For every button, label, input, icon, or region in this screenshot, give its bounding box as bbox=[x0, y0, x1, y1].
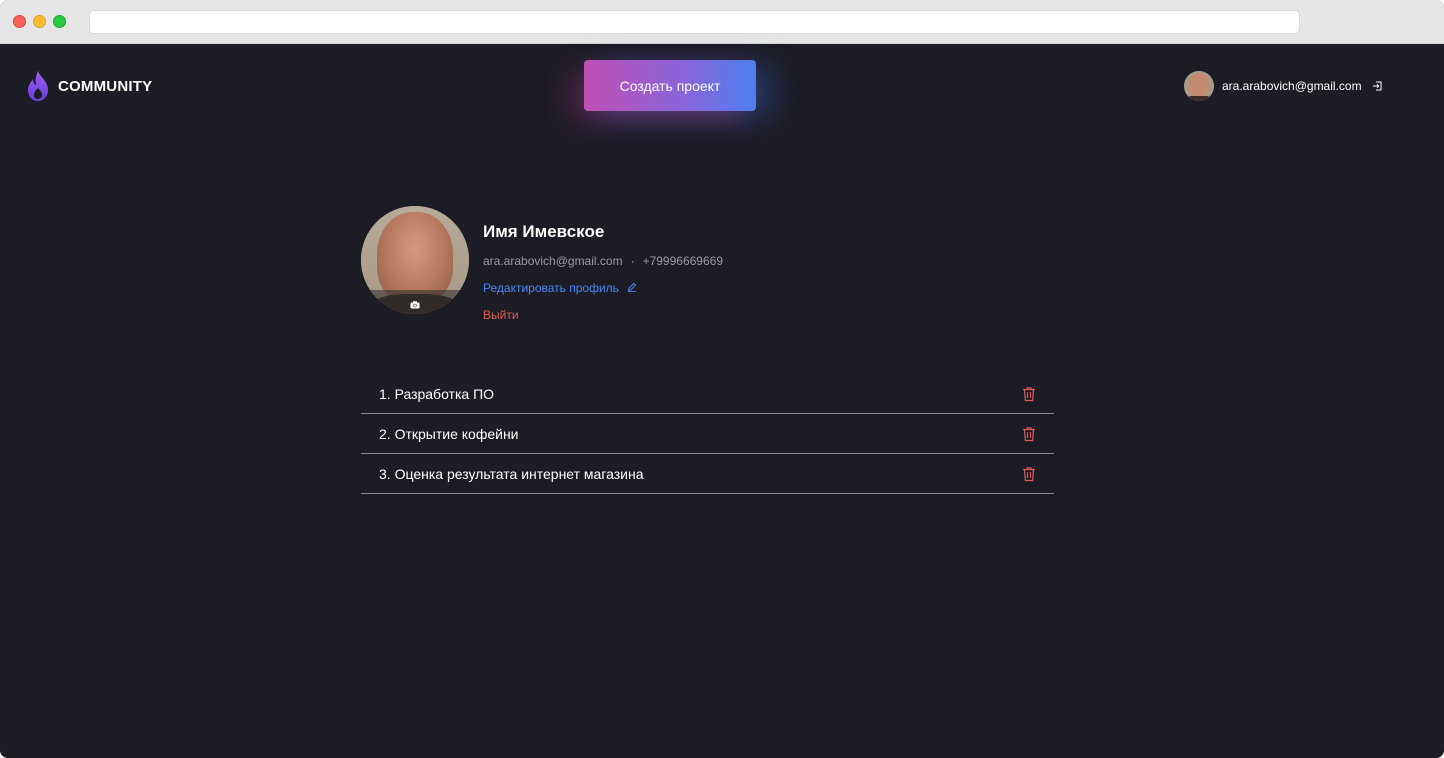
list-item[interactable]: 1. Разработка ПО bbox=[361, 374, 1054, 414]
profile-avatar[interactable] bbox=[361, 206, 469, 314]
project-title[interactable]: 1. Разработка ПО bbox=[379, 386, 494, 402]
profile-phone: +79996669669 bbox=[642, 254, 723, 268]
logout-icon[interactable] bbox=[1372, 81, 1382, 91]
trash-icon[interactable] bbox=[1022, 426, 1036, 442]
logout-link[interactable]: Выйти bbox=[483, 308, 519, 322]
create-project-button[interactable]: Создать проект bbox=[584, 60, 756, 111]
app-page: COMMUNITY Создать проект ara.arabovich@g… bbox=[0, 44, 1444, 758]
profile-card: Имя Имевское ara.arabovich@gmail.com · +… bbox=[361, 206, 1061, 326]
profile-name: Имя Имевское bbox=[483, 222, 605, 241]
contact-separator: · bbox=[630, 254, 635, 268]
user-email: ara.arabovich@gmail.com bbox=[1222, 79, 1362, 93]
edit-profile-label: Редактировать профиль bbox=[483, 281, 619, 295]
avatar[interactable] bbox=[1184, 71, 1214, 101]
address-bar[interactable] bbox=[89, 10, 1300, 34]
logo-text: COMMUNITY bbox=[58, 77, 153, 95]
minimize-window-button[interactable] bbox=[33, 15, 46, 28]
pencil-icon bbox=[619, 281, 637, 295]
camera-icon[interactable] bbox=[410, 296, 420, 314]
list-item[interactable]: 2. Открытие кофейни bbox=[361, 414, 1054, 454]
logo[interactable]: COMMUNITY bbox=[26, 69, 152, 103]
user-menu[interactable]: ara.arabovich@gmail.com bbox=[1184, 71, 1382, 101]
profile-email: ara.arabovich@gmail.com bbox=[483, 254, 623, 268]
trash-icon[interactable] bbox=[1022, 386, 1036, 402]
browser-titlebar bbox=[0, 0, 1444, 44]
project-title[interactable]: 3. Оценка результата интернет магазина bbox=[379, 466, 644, 482]
browser-window: COMMUNITY Создать проект ara.arabovich@g… bbox=[0, 0, 1444, 758]
list-item[interactable]: 3. Оценка результата интернет магазина bbox=[361, 454, 1054, 494]
trash-icon[interactable] bbox=[1022, 466, 1036, 482]
maximize-window-button[interactable] bbox=[53, 15, 66, 28]
edit-profile-link[interactable]: Редактировать профиль bbox=[483, 281, 637, 295]
profile-contacts: ara.arabovich@gmail.com · +79996669669 bbox=[483, 254, 723, 268]
close-window-button[interactable] bbox=[13, 15, 26, 28]
project-list: 1. Разработка ПО 2. Открытие кофейни 3. … bbox=[361, 374, 1054, 494]
flame-icon bbox=[26, 70, 50, 102]
project-title[interactable]: 2. Открытие кофейни bbox=[379, 426, 519, 442]
